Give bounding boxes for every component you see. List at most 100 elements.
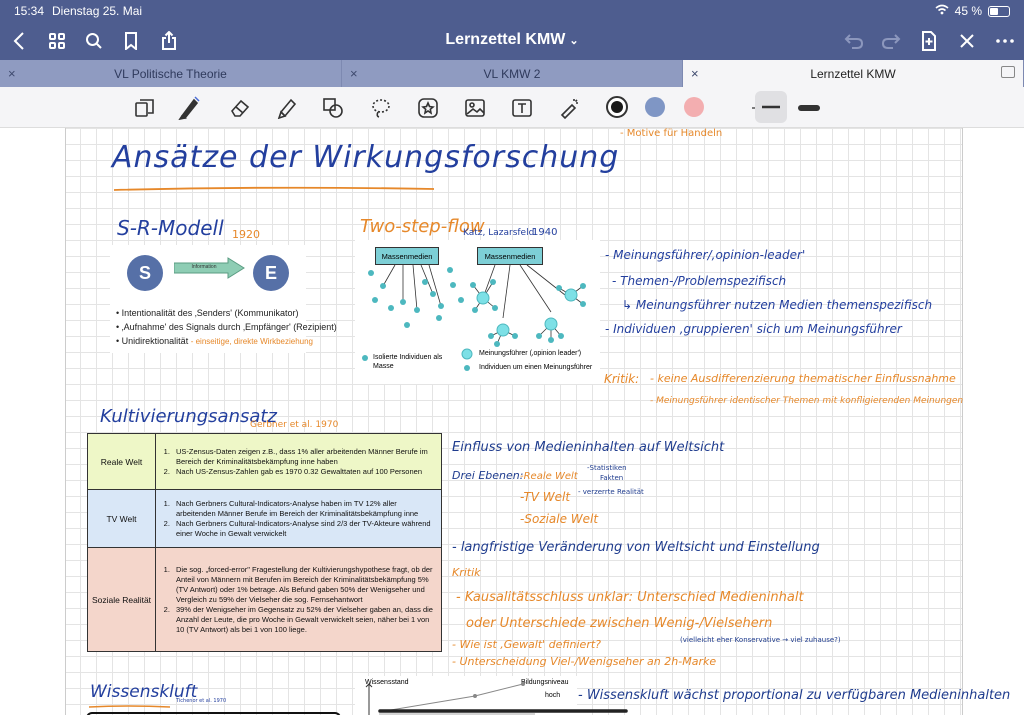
color-black-option[interactable] bbox=[606, 96, 628, 118]
right-note-1: - Meinungsführer/‚opinion-leader' bbox=[605, 248, 806, 262]
kritik2-item-1: - Kausalitätsschluss unklar: Unterschied… bbox=[456, 590, 804, 605]
row-item: Nach Gerbners Cultural-Indicators-Analys… bbox=[172, 499, 437, 519]
tv-note: - verzerrte Realität bbox=[578, 488, 644, 496]
battery-icon bbox=[988, 5, 1010, 17]
color-blue-option[interactable] bbox=[645, 97, 665, 117]
ebene-soziale-welt: -Soziale Welt bbox=[520, 512, 599, 526]
tab-close-icon[interactable]: × bbox=[8, 66, 16, 81]
title-underline bbox=[113, 186, 435, 191]
shapes-tool-icon[interactable] bbox=[320, 95, 346, 121]
right-note-4: - Individuen ‚gruppieren' sich um Meinun… bbox=[605, 322, 902, 336]
color-pink-option[interactable] bbox=[684, 97, 704, 117]
table-row: Reale Welt US-Zensus-Daten zeigen z.B., … bbox=[87, 433, 442, 490]
receiver-circle: E bbox=[253, 255, 289, 291]
row-content: US-Zensus-Daten zeigen z.B., dass 1% all… bbox=[155, 433, 442, 490]
sr-bullet-text: Intentionalität des ‚Senders' (Kommunika… bbox=[121, 308, 299, 318]
sr-bullet: • Unidirektionalität - einseitige, direk… bbox=[116, 336, 313, 346]
document-title[interactable]: Lernzettel KMW ⌄ bbox=[0, 31, 1024, 49]
tab-vl-politische-theorie[interactable]: × VL Politische Theorie bbox=[0, 60, 342, 87]
legend-isolated: Isolierte Individuen als Masse bbox=[373, 354, 443, 370]
tab-close-icon[interactable]: × bbox=[350, 66, 358, 81]
status-bar: 15:34 Dienstag 25. Mai 45 % bbox=[0, 0, 1024, 22]
document-title-text: Lernzettel KMW bbox=[445, 31, 566, 48]
wissen-note: - Wissenskluft wächst proportional zu ve… bbox=[578, 688, 1011, 703]
ebene-tv-welt: -TV Welt bbox=[520, 490, 571, 504]
legend-group: Individuen um einen Meinungsführer bbox=[479, 364, 593, 371]
right-note-2: - Themen-/Problemspezifisch bbox=[612, 274, 787, 288]
chevron-down-icon: ⌄ bbox=[569, 35, 579, 47]
sr-heading: S-R-Modell bbox=[117, 216, 224, 240]
stroke-medium-option[interactable] bbox=[755, 91, 787, 123]
wissen-underline bbox=[88, 705, 171, 708]
drawing-toolbar bbox=[0, 87, 1024, 128]
langfristig-note: - langfristige Veränderung von Weltsicht… bbox=[452, 540, 820, 555]
note-page[interactable]: - Motive für Handeln Ansätze der Wirkung… bbox=[0, 128, 1024, 715]
highlighter-tool-icon[interactable] bbox=[274, 95, 300, 121]
text-tool-icon[interactable] bbox=[509, 95, 535, 121]
twostep-diagram: Massenmedien Massenmedien Isolierte Indi… bbox=[355, 240, 600, 384]
ebene-reale-welt: -Reale Welt bbox=[520, 471, 578, 482]
sr-bullet-text: ‚Aufnahme' des Signals durch ‚Empfänger'… bbox=[121, 322, 337, 332]
einfluss-title: Einfluss von Medieninhalten auf Weltsich… bbox=[452, 440, 725, 455]
battery-percent: 45 % bbox=[954, 4, 982, 18]
note-top-line: - Motive für Handeln bbox=[620, 128, 723, 139]
stroke-thick-option[interactable] bbox=[796, 95, 822, 121]
sticker-tool-icon[interactable] bbox=[415, 95, 441, 121]
eraser-tool-icon[interactable] bbox=[227, 95, 253, 121]
scroll-indicator[interactable] bbox=[378, 704, 628, 715]
undo-icon[interactable] bbox=[841, 28, 867, 54]
image-tool-icon[interactable] bbox=[462, 95, 488, 121]
tab-label: Lernzettel KMW bbox=[810, 66, 896, 81]
row-item: Nach US-Zensus-Zahlen gab es 1970 0.32 G… bbox=[172, 467, 437, 477]
twostep-year: 1940 bbox=[532, 227, 558, 238]
page-reader-icon[interactable] bbox=[132, 95, 158, 121]
twostep-authors: Katz, Lazarsfeld bbox=[463, 228, 535, 238]
kritik2-item-4: - Unterscheidung Viel-/Wenigseher an 2h-… bbox=[452, 655, 717, 668]
page-margin-right bbox=[962, 128, 1024, 715]
row-item: Nach Gerbners Cultural-Indicators-Analys… bbox=[172, 519, 437, 539]
tab-close-icon[interactable]: × bbox=[691, 66, 699, 81]
pen-tool-icon[interactable] bbox=[176, 95, 202, 121]
tab-label: VL Politische Theorie bbox=[114, 66, 227, 81]
split-view-icon[interactable] bbox=[1001, 66, 1015, 78]
close-icon[interactable] bbox=[954, 28, 980, 54]
ebenen-label: Drei Ebenen: bbox=[452, 469, 524, 482]
sr-bullet-note: - einseitige, direkte Wirkbeziehung bbox=[190, 337, 313, 346]
kritik2-label: Kritik bbox=[452, 566, 481, 579]
wifi-icon bbox=[935, 4, 949, 18]
reale-note-1: -Statistiken bbox=[587, 464, 627, 472]
reale-note-2: Fakten bbox=[600, 474, 624, 482]
table-row: TV Welt Nach Gerbners Cultural-Indicator… bbox=[87, 489, 442, 548]
color-swatch bbox=[611, 101, 623, 113]
tab-bar: × VL Politische Theorie × VL KMW 2 × Ler… bbox=[0, 60, 1024, 87]
sr-year: 1920 bbox=[232, 228, 260, 241]
status-date: Dienstag 25. Mai bbox=[52, 4, 143, 18]
main-title: Ansätze der Wirkungsforschung bbox=[112, 140, 620, 175]
battery-fill bbox=[990, 7, 999, 15]
table-row: Soziale Realität Die sog. „forced-error"… bbox=[87, 547, 442, 652]
tab-lernzettel-kmw[interactable]: × Lernzettel KMW bbox=[683, 60, 1024, 87]
kritik2-item-3-note: (vielleicht eher Konservative → viel zuh… bbox=[680, 636, 841, 644]
row-item: 39% der Wenigseher im Gegensatz zu 52% d… bbox=[172, 605, 437, 635]
nav-bar: Lernzettel KMW ⌄ bbox=[0, 22, 1024, 60]
laser-pointer-icon[interactable] bbox=[556, 95, 582, 121]
kritik1-item-2: - Meinungsführer identischer Themen mit … bbox=[650, 396, 964, 406]
row-content: Nach Gerbners Cultural-Indicators-Analys… bbox=[155, 489, 442, 548]
row-label: TV Welt bbox=[87, 489, 156, 548]
tab-vl-kmw-2[interactable]: × VL KMW 2 bbox=[342, 60, 683, 87]
arrow-label: Information bbox=[191, 264, 217, 270]
sr-bullet: • Intentionalität des ‚Senders' (Kommuni… bbox=[116, 308, 299, 318]
status-time: 15:34 bbox=[14, 4, 45, 18]
lasso-tool-icon[interactable] bbox=[368, 95, 394, 121]
row-item: Die sog. „forced-error" Fragestellung de… bbox=[172, 565, 437, 605]
row-label: Soziale Realität bbox=[87, 547, 156, 652]
right-note-3: ↳ Meinungsführer nutzen Medien themenspe… bbox=[622, 298, 933, 312]
kritik2-item-2: oder Unterschiede zwischen Wenig-/Vielse… bbox=[466, 616, 773, 631]
row-item: US-Zensus-Daten zeigen z.B., dass 1% all… bbox=[172, 447, 437, 467]
add-page-icon[interactable] bbox=[916, 28, 942, 54]
sr-bullets: • Intentionalität des ‚Senders' (Kommuni… bbox=[116, 306, 337, 349]
kritik2-item-3: - Wie ist ‚Gewalt' definiert? bbox=[452, 638, 601, 651]
kultivierung-table: Reale Welt US-Zensus-Daten zeigen z.B., … bbox=[87, 433, 442, 652]
redo-icon[interactable] bbox=[878, 28, 904, 54]
more-icon[interactable] bbox=[992, 28, 1018, 54]
